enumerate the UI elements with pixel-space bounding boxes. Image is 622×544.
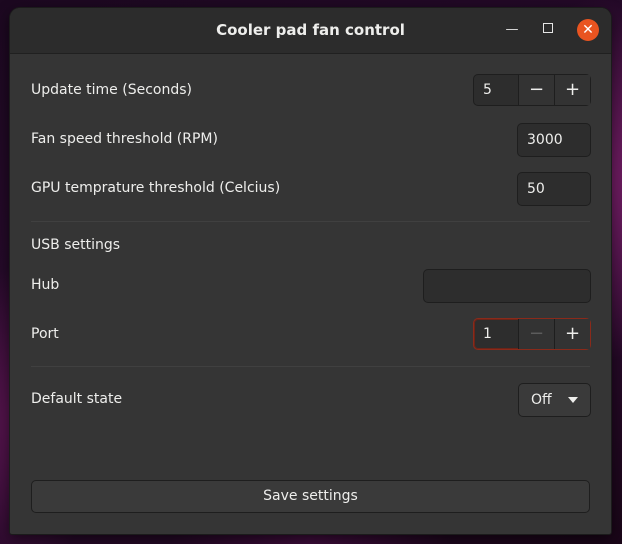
- minimize-icon: —: [505, 22, 519, 37]
- titlebar[interactable]: Cooler pad fan control — ✕: [10, 8, 611, 54]
- default-state-dropdown[interactable]: Off: [518, 383, 591, 417]
- maximize-button[interactable]: [537, 19, 559, 41]
- separator: [31, 221, 590, 222]
- update-time-value[interactable]: 5: [474, 75, 518, 105]
- chevron-down-icon: [568, 397, 578, 403]
- usb-settings-heading: USB settings: [31, 237, 121, 253]
- save-settings-button[interactable]: Save settings: [31, 480, 590, 513]
- fan-speed-input[interactable]: 3000: [517, 123, 591, 157]
- update-time-spinbutton[interactable]: 5 − +: [473, 74, 591, 106]
- port-decrement-button[interactable]: −: [518, 319, 554, 349]
- close-icon: ✕: [582, 22, 594, 38]
- port-increment-button[interactable]: +: [554, 319, 590, 349]
- default-state-value: Off: [531, 392, 552, 408]
- gpu-temp-label: GPU temprature threshold (Celcius): [31, 180, 281, 196]
- maximize-icon: [543, 23, 553, 33]
- update-time-increment-button[interactable]: +: [554, 75, 590, 105]
- hub-label: Hub: [31, 277, 60, 293]
- update-time-decrement-button[interactable]: −: [518, 75, 554, 105]
- hub-input[interactable]: [423, 269, 591, 303]
- port-value[interactable]: 1: [474, 319, 518, 349]
- port-spinbutton[interactable]: 1 − +: [473, 318, 591, 350]
- fan-speed-label: Fan speed threshold (RPM): [31, 131, 218, 147]
- default-state-label: Default state: [31, 391, 123, 407]
- app-window: Cooler pad fan control — ✕ Update time (…: [10, 8, 611, 534]
- update-time-label: Update time (Seconds): [31, 82, 192, 98]
- separator: [31, 366, 590, 367]
- port-label: Port: [31, 326, 59, 342]
- minimize-button[interactable]: —: [501, 19, 523, 41]
- close-button[interactable]: ✕: [577, 19, 599, 41]
- settings-panel: Update time (Seconds) 5 − + Fan speed th…: [10, 54, 611, 534]
- gpu-temp-input[interactable]: 50: [517, 172, 591, 206]
